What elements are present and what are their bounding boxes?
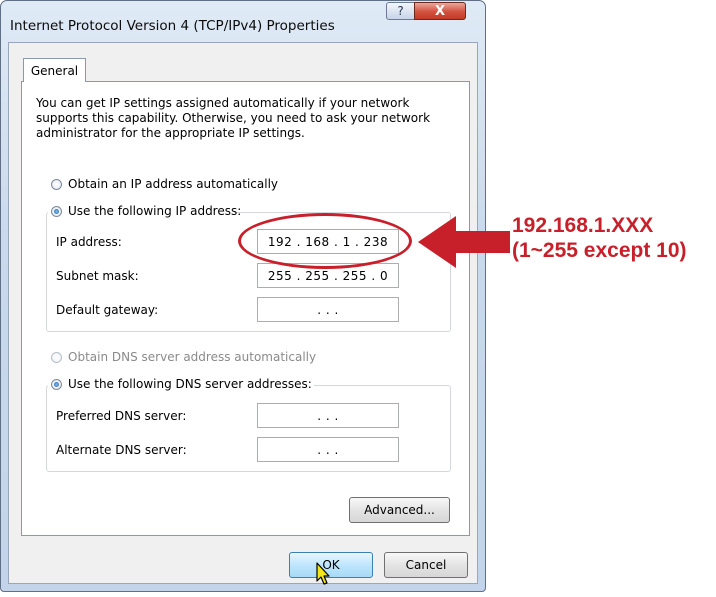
- use-following-dns-label[interactable]: Use the following DNS server addresses:: [68, 377, 312, 391]
- arrow-left-icon: [418, 216, 510, 268]
- cancel-button[interactable]: Cancel: [384, 552, 468, 578]
- ip-annotation-line1: 192.168.1.XXX: [512, 214, 654, 237]
- use-following-ip-label[interactable]: Use the following IP address:: [68, 204, 241, 218]
- use-following-ip-radio[interactable]: [51, 206, 62, 217]
- description-text: You can get IP settings assigned automat…: [36, 96, 431, 140]
- alternate-dns-input[interactable]: . . .: [257, 437, 399, 462]
- obtain-ip-auto-label[interactable]: Obtain an IP address automatically: [68, 177, 278, 191]
- subnet-mask-label: Subnet mask:: [56, 269, 139, 283]
- obtain-dns-auto-radio[interactable]: [51, 352, 62, 363]
- default-gateway-input[interactable]: . . .: [257, 297, 399, 322]
- alternate-dns-label: Alternate DNS server:: [56, 443, 187, 457]
- ip-annotation-line2: (1~255 except 10): [512, 239, 687, 262]
- window-title: Internet Protocol Version 4 (TCP/IPv4) P…: [10, 18, 335, 34]
- advanced-button[interactable]: Advanced...: [349, 497, 450, 523]
- default-gateway-label: Default gateway:: [56, 303, 159, 317]
- close-icon: X: [434, 3, 446, 19]
- help-icon: ?: [397, 4, 404, 18]
- close-button[interactable]: X: [414, 2, 466, 20]
- tab-general[interactable]: General: [23, 58, 86, 82]
- preferred-dns-label: Preferred DNS server:: [56, 409, 187, 423]
- preferred-dns-input[interactable]: . . .: [257, 403, 399, 428]
- obtain-ip-auto-radio[interactable]: [51, 179, 62, 190]
- ip-address-label: IP address:: [56, 235, 122, 249]
- tab-general-label: General: [30, 63, 79, 78]
- use-following-dns-radio[interactable]: [51, 379, 62, 390]
- help-button[interactable]: ?: [386, 2, 415, 20]
- mouse-cursor-icon: [316, 562, 330, 585]
- obtain-dns-auto-label[interactable]: Obtain DNS server address automatically: [68, 350, 316, 364]
- ip-annotation: 192.168.1.XXX (1~255 except 10): [512, 213, 687, 263]
- highlight-ellipse: [238, 213, 412, 269]
